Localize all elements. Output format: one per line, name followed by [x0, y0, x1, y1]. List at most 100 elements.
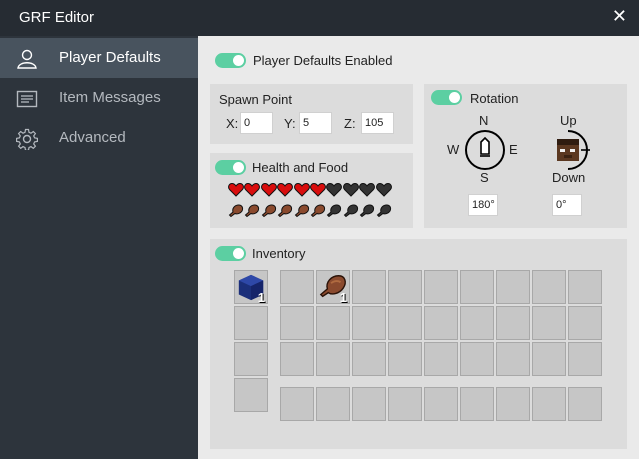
inventory-slot[interactable] [352, 270, 386, 304]
rotation-toggle[interactable] [431, 90, 462, 105]
message-icon [16, 90, 38, 108]
player-head-icon [557, 139, 579, 161]
spawn-point-title: Spawn Point [219, 92, 292, 107]
inventory-slot[interactable] [568, 306, 602, 340]
inventory-slot[interactable] [460, 342, 494, 376]
hotbar-slot[interactable] [316, 387, 350, 421]
hotbar-slot[interactable] [424, 387, 458, 421]
close-icon[interactable]: ✕ [612, 6, 627, 27]
inventory-slot[interactable] [568, 270, 602, 304]
heart-full-icon[interactable] [260, 182, 277, 198]
inventory-slot[interactable] [568, 342, 602, 376]
spawn-point-panel: Spawn Point X: 0 Y: 5 Z: 105 [210, 84, 413, 144]
sidebar-item-label: Player Defaults [59, 49, 161, 66]
inventory-slot[interactable] [388, 342, 422, 376]
hotbar-slot[interactable] [496, 387, 530, 421]
food-bar[interactable] [228, 203, 392, 219]
health-food-toggle[interactable] [215, 160, 246, 175]
inventory-slot[interactable] [352, 342, 386, 376]
hotbar-slot[interactable] [280, 387, 314, 421]
hearts-bar[interactable] [228, 182, 392, 198]
inventory-slot[interactable] [388, 270, 422, 304]
compass-s: S [480, 170, 489, 185]
inventory-slot[interactable] [352, 306, 386, 340]
armor-slot[interactable]: 1 [234, 270, 268, 305]
title-bar: GRF Editor ✕ [0, 0, 639, 36]
inventory-slot[interactable]: 1 [316, 270, 350, 305]
armor-slot[interactable] [234, 378, 268, 412]
inventory-slot[interactable] [316, 306, 350, 340]
inventory-slot[interactable] [424, 270, 458, 304]
y-label: Y: [284, 116, 296, 131]
z-input[interactable]: 105 [361, 112, 394, 134]
armor-slot[interactable] [234, 306, 268, 340]
heart-empty-icon[interactable] [359, 182, 376, 198]
inventory-toggle[interactable] [215, 246, 246, 261]
inventory-slot[interactable] [460, 270, 494, 304]
gear-icon [16, 128, 38, 150]
food-empty-icon[interactable] [376, 203, 392, 219]
item-count: 1 [257, 290, 265, 305]
x-label: X: [226, 116, 239, 131]
inventory-slot[interactable] [496, 342, 530, 376]
sidebar-item-advanced[interactable]: Advanced [0, 118, 198, 158]
heart-empty-icon[interactable] [375, 182, 392, 198]
inventory-slot[interactable] [532, 270, 566, 304]
inventory-slot[interactable] [460, 306, 494, 340]
food-full-icon[interactable] [228, 203, 244, 219]
heart-full-icon[interactable] [244, 182, 261, 198]
food-empty-icon[interactable] [343, 203, 359, 219]
food-full-icon[interactable] [244, 203, 260, 219]
inventory-slot[interactable] [532, 342, 566, 376]
y-input[interactable]: 5 [299, 112, 332, 134]
main-content: Player Defaults Enabled Spawn Point X: 0… [198, 36, 639, 459]
hotbar-slot[interactable] [352, 387, 386, 421]
food-full-icon[interactable] [310, 203, 326, 219]
inventory-slot[interactable] [388, 306, 422, 340]
hotbar-slot[interactable] [532, 387, 566, 421]
hotbar-slot[interactable] [460, 387, 494, 421]
z-label: Z: [344, 116, 356, 131]
inventory-slot[interactable] [496, 306, 530, 340]
sidebar-item-player-defaults[interactable]: Player Defaults [0, 38, 198, 78]
inventory-slot[interactable] [424, 306, 458, 340]
health-food-label: Health and Food [252, 160, 349, 175]
heart-full-icon[interactable] [293, 182, 310, 198]
food-empty-icon[interactable] [359, 203, 375, 219]
health-food-panel: Health and Food [210, 153, 413, 228]
rotation-label: Rotation [470, 91, 519, 106]
rotation-panel: Rotation N W E S Up Down 180° 0° [424, 84, 627, 228]
inventory-slot[interactable] [280, 342, 314, 376]
hotbar-slot[interactable] [388, 387, 422, 421]
yaw-input[interactable]: 180° [468, 194, 498, 216]
heart-full-icon[interactable] [310, 182, 326, 198]
sidebar-item-item-messages[interactable]: Item Messages [0, 78, 198, 118]
pitch-up: Up [560, 113, 577, 128]
inventory-slot[interactable] [424, 342, 458, 376]
inventory-slot[interactable] [496, 270, 530, 304]
x-input[interactable]: 0 [240, 112, 273, 134]
inventory-slot[interactable] [280, 270, 314, 304]
sidebar: Player Defaults Item Messages Advanced [0, 36, 198, 459]
food-full-icon[interactable] [294, 203, 310, 219]
sidebar-item-label: Advanced [59, 129, 126, 146]
pitch-input[interactable]: 0° [552, 194, 582, 216]
sidebar-item-label: Item Messages [59, 89, 161, 106]
heart-full-icon[interactable] [228, 182, 244, 198]
food-full-icon[interactable] [277, 203, 293, 219]
heart-full-icon[interactable] [277, 182, 294, 198]
inventory-slot[interactable] [316, 342, 350, 376]
heart-empty-icon[interactable] [326, 182, 343, 198]
player-defaults-toggle[interactable] [215, 53, 246, 68]
heart-empty-icon[interactable] [342, 182, 359, 198]
item-count: 1 [339, 290, 347, 305]
food-full-icon[interactable] [261, 203, 277, 219]
food-empty-icon[interactable] [326, 203, 342, 219]
inventory-slot[interactable] [532, 306, 566, 340]
compass-dial[interactable] [464, 129, 506, 171]
hotbar-slot[interactable] [568, 387, 602, 421]
inventory-slot[interactable] [280, 306, 314, 340]
armor-slot[interactable] [234, 342, 268, 376]
inventory-label: Inventory [252, 246, 306, 261]
window-title: GRF Editor [19, 9, 95, 26]
